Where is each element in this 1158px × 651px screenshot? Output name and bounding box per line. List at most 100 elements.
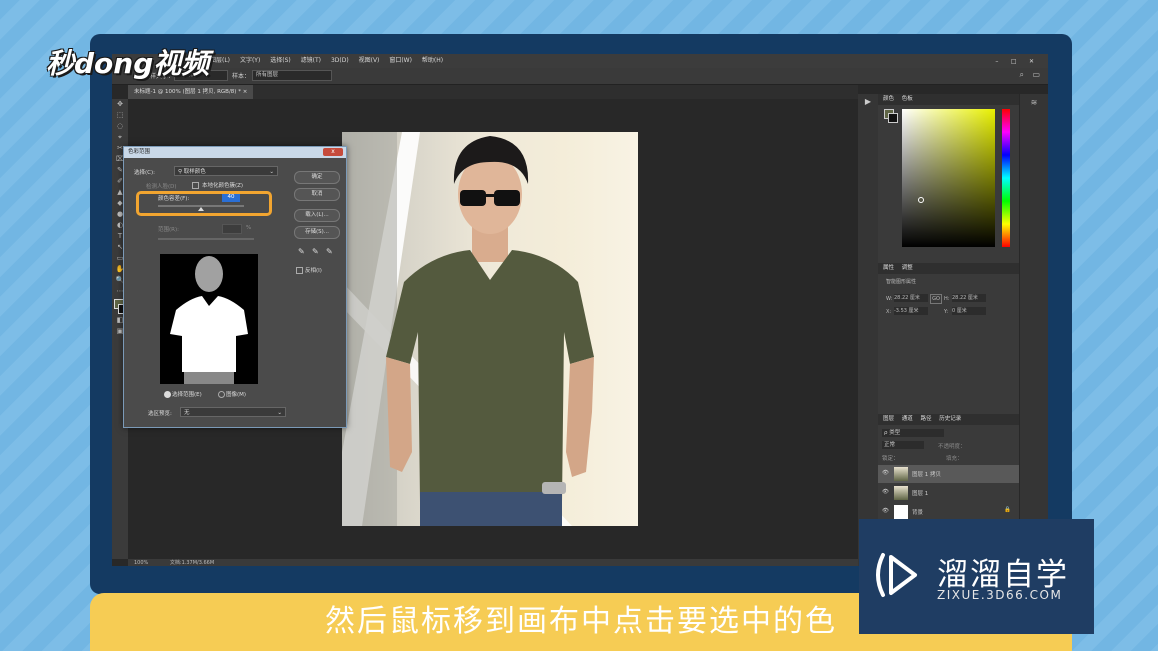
dialog-title-bar[interactable]: 色彩范围 [124,147,346,158]
menu-items: 图层(L) 文字(Y) 选择(S) 滤镜(T) 3D(D) 视图(V) 窗口(W… [210,54,451,68]
layer-name: 背景 [912,510,924,516]
tab-history[interactable]: 历史记录 [939,416,961,422]
color-picker-marker[interactable] [918,197,924,203]
range-unit: % [246,225,252,231]
preview-label: 选区预览: [148,411,172,417]
layer-filter-value: ρ 类型 [884,430,901,436]
chevron-down-icon: ⌄ [269,169,274,175]
selection-preview[interactable] [160,254,258,384]
color-panel-tabs: 颜色 色板 [878,94,1019,105]
sample-value: 所有图层 [256,72,279,78]
document-tab-bar: 未标题-1 @ 100% (图层 1 拷贝, RGB/8) * × [128,85,858,99]
range-slider[interactable] [158,238,254,240]
layer-row[interactable]: 👁 图层 1 拷贝 [878,465,1019,483]
link-icon[interactable]: GO [930,294,942,304]
y-field[interactable]: 0 厘米 [952,307,986,315]
maximize-icon[interactable]: □ [1011,55,1017,69]
tab-swatches[interactable]: 色板 [902,96,913,102]
document-size: 文档:1.37M/3.66M [169,560,215,566]
sample-label: 样本： [232,73,251,80]
dialog-close-button[interactable]: x [323,148,343,156]
select-dropdown[interactable]: ⚲ 取样颜色 ⌄ [174,166,278,176]
x-field[interactable]: -3.53 厘米 [894,307,928,315]
width-field[interactable]: 28.22 厘米 [894,294,928,302]
tab-paths[interactable]: 路径 [921,416,932,422]
close-icon[interactable]: ✕ [1029,55,1034,69]
layer-name: 图层 1 [912,491,929,497]
options-bar: 取样大小： 取样点 样本： 所有图层 ⌕ ▭ [112,68,1048,85]
tab-channels[interactable]: 通道 [902,416,913,422]
save-button[interactable]: 存储(S)... [294,226,340,239]
invert-label: 反相(I) [305,268,322,274]
eyedropper-icon[interactable]: ✎ [298,247,305,256]
menu-select[interactable]: 选择(S) [270,54,291,68]
play-icon[interactable]: ▶ [858,97,878,106]
menu-3d[interactable]: 3D(D) [331,54,349,68]
panel-options-icon[interactable]: ≋ [1020,98,1048,107]
layers-panel-tabs: 图层 通道 路径 历史记录 [878,414,1019,425]
sample-select[interactable]: 所有图层 [252,70,332,81]
detect-faces-label[interactable]: 检测人脸(D) [146,182,177,190]
minimize-icon[interactable]: – [995,55,998,69]
layer-thumbnail [894,486,908,500]
tab-close-icon[interactable]: × [243,89,248,95]
invert-checkbox[interactable] [296,267,303,274]
marquee-tool-icon[interactable]: ⬚ [112,110,128,121]
zoom-level: 100% [134,560,149,566]
eye-icon[interactable]: 👁 [882,470,889,476]
load-button[interactable]: 载入(L)... [294,209,340,222]
eyedropper-plus-icon[interactable]: ✎ [312,247,319,256]
height-field[interactable]: 28.22 厘米 [952,294,986,302]
lasso-tool-icon[interactable]: ◌ [112,121,128,132]
color-field[interactable] [902,109,995,247]
layer-thumbnail [894,467,908,481]
cancel-button[interactable]: 取消 [294,188,340,201]
width-value: 28.22 厘米 [894,295,920,301]
x-label: X: [886,309,892,315]
radio-selection[interactable] [164,391,171,398]
document-tab-label: 未标题-1 @ 100% (图层 1 拷贝, RGB/8) * [134,89,241,95]
tab-color[interactable]: 颜色 [883,96,894,102]
eyedropper-minus-icon[interactable]: ✎ [326,247,333,256]
menu-help[interactable]: 帮助(H) [422,54,443,68]
color-range-dialog: 色彩范围 x 选择(C): ⚲ 取样颜色 ⌄ 检测人脸(D) 本地化颜色簇(Z)… [123,146,347,428]
hue-slider[interactable] [1002,109,1010,247]
menu-type[interactable]: 文字(Y) [240,54,260,68]
layer-filter-field[interactable]: ρ 类型 [882,429,944,437]
canvas-photo[interactable] [342,132,638,526]
properties-panel: 智能图形属性 W: 28.22 厘米 GO H: 28.22 厘米 X: -3.… [878,274,1019,414]
eye-icon[interactable]: 👁 [882,508,889,514]
props-title: 智能图形属性 [886,279,917,285]
menu-view[interactable]: 视图(V) [359,54,380,68]
radio-image[interactable] [218,391,225,398]
menu-layer[interactable]: 图层(L) [210,54,230,68]
localized-checkbox[interactable] [192,182,199,189]
x-value: -3.53 厘米 [894,308,919,314]
preview-select-value: 无 [184,410,190,416]
eye-icon[interactable]: 👁 [882,489,889,495]
workspace-icon[interactable]: ▭ [1032,70,1040,79]
ok-button[interactable]: 确定 [294,171,340,184]
tab-layers[interactable]: 图层 [883,416,894,422]
menu-window[interactable]: 窗口(W) [389,54,412,68]
search-icon[interactable]: ⌕ [1020,70,1024,80]
bg-color-chip[interactable] [888,113,898,123]
layer-row[interactable]: 👁 图层 1 [878,484,1019,502]
portrait-illustration [342,132,594,526]
tab-adjustments[interactable]: 调整 [902,265,913,271]
watermark-url: ZIXUE.3D66.COM [937,588,1063,602]
lock-icon: 🔒 [1004,507,1011,513]
move-tool-icon[interactable]: ✥ [112,99,128,110]
tab-properties[interactable]: 属性 [883,265,894,271]
preview-select[interactable]: 无 ⌄ [180,407,286,417]
window-controls: – □ ✕ [995,54,1042,69]
range-input[interactable] [222,224,242,234]
document-tab[interactable]: 未标题-1 @ 100% (图层 1 拷贝, RGB/8) * × [128,85,254,99]
quick-select-tool-icon[interactable]: ⌖ [112,132,128,143]
menu-filter[interactable]: 滤镜(T) [301,54,321,68]
dialog-title: 色彩范围 [128,149,151,155]
height-label: H: [944,296,950,302]
blend-mode-select[interactable]: 正常 [882,441,924,449]
right-panels: 颜色 色板 属性 调整 智能图形属性 W: 28.22 厘米 GO H: 28.… [878,94,1019,566]
height-value: 28.22 厘米 [952,295,978,301]
